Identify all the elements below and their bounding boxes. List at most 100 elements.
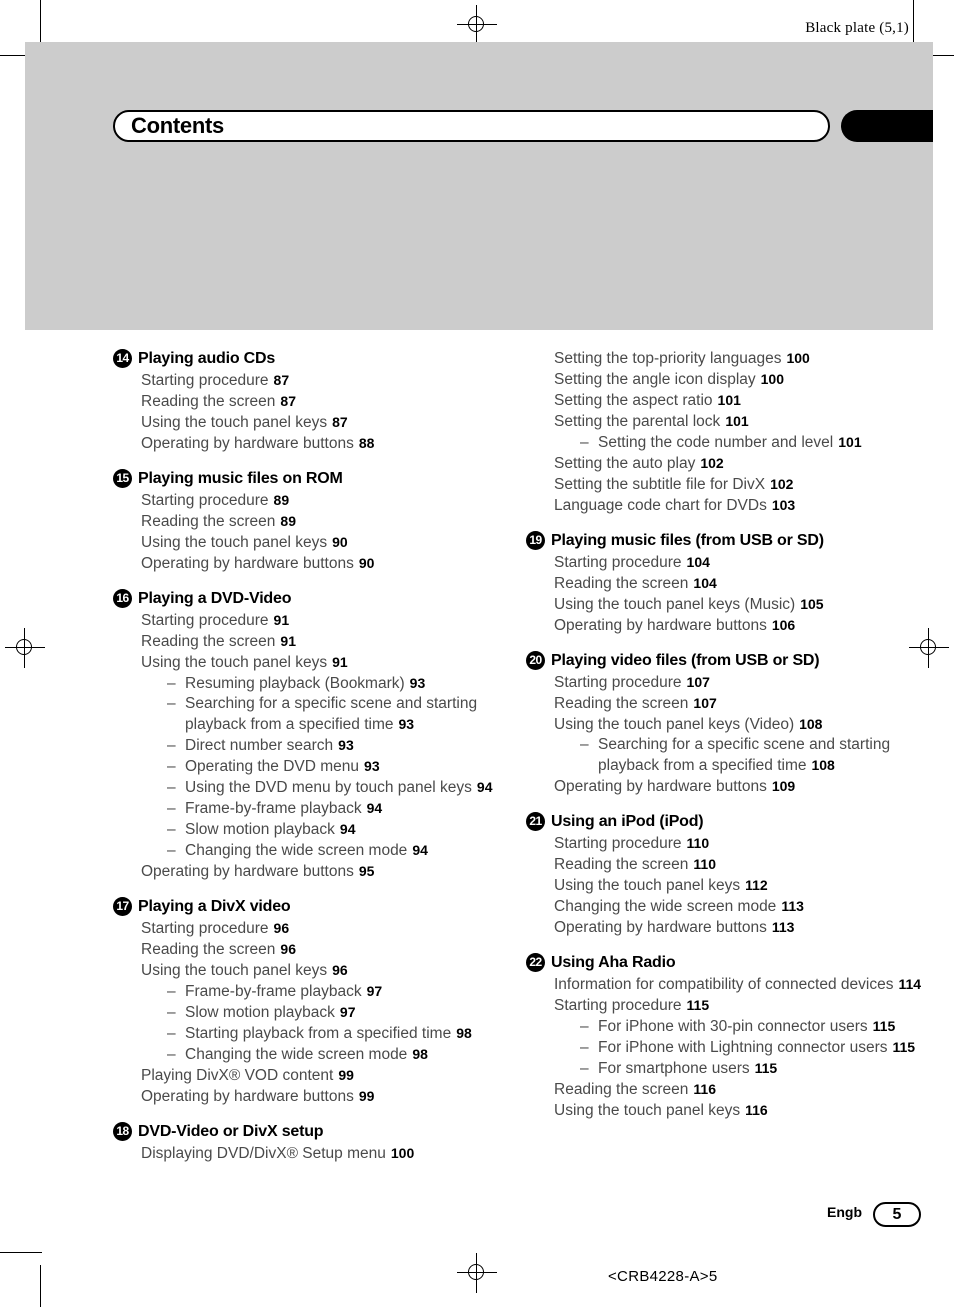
- toc-entry[interactable]: Reading the screen 89: [141, 511, 513, 532]
- toc-entry-page: 88: [358, 435, 375, 451]
- bullet-dash-icon: –: [167, 1046, 176, 1063]
- toc-entry[interactable]: – For smartphone users 115: [580, 1058, 946, 1079]
- toc-entry-page: 87: [332, 414, 348, 430]
- toc-entry-label: Reading the screen: [141, 633, 276, 650]
- toc-entry[interactable]: – Starting playback from a specified time…: [167, 1023, 513, 1044]
- toc-entry[interactable]: – Changing the wide screen mode 94: [167, 840, 513, 861]
- toc-entry[interactable]: Reading the screen 87: [141, 391, 513, 412]
- toc-entry[interactable]: Starting procedure 107: [554, 672, 946, 693]
- toc-entry-page: 87: [280, 393, 296, 409]
- toc-entry-list: Displaying DVD/DivX® Setup menu 100: [141, 1143, 513, 1164]
- toc-entry[interactable]: Changing the wide screen mode 113: [554, 896, 946, 917]
- toc-entry[interactable]: Playing DivX® VOD content 99: [141, 1065, 513, 1086]
- toc-entry-list: Starting procedure 110 Reading the screen 1…: [554, 833, 946, 938]
- toc-entry[interactable]: Operating by hardware buttons 113: [554, 917, 946, 938]
- toc-entry-label: Operating by hardware buttons: [141, 555, 354, 572]
- toc-entry[interactable]: Starting procedure 110: [554, 833, 946, 854]
- section-title: Using Aha Radio: [551, 954, 676, 971]
- toc-entry[interactable]: Operating by hardware buttons 88: [141, 433, 513, 454]
- toc-entry-label: Setting the code number and level: [598, 434, 834, 451]
- toc-entry[interactable]: – Searching for a specific scene and star…: [167, 694, 513, 735]
- toc-entry[interactable]: Setting the aspect ratio 101: [554, 390, 946, 411]
- toc-entry[interactable]: – Searching for a specific scene and star…: [580, 735, 946, 776]
- toc-entry[interactable]: – Setting the code number and level 101: [580, 432, 946, 453]
- toc-section: 19 Playing music files (from USB or SD) St…: [526, 530, 946, 636]
- toc-entry[interactable]: Starting procedure 91: [141, 610, 513, 631]
- toc-entry[interactable]: Setting the subtitle file for DivX 102: [554, 474, 946, 495]
- toc-entry-page: 93: [364, 758, 380, 774]
- toc-entry[interactable]: Operating by hardware buttons 90: [141, 553, 513, 574]
- header-gray-band: [25, 42, 933, 330]
- toc-entry-page: 107: [686, 674, 710, 690]
- toc-entry[interactable]: Reading the screen 110: [554, 854, 946, 875]
- toc-entry[interactable]: Starting procedure 96: [141, 918, 513, 939]
- toc-section-heading: 22 Using Aha Radio: [526, 952, 946, 973]
- section-number-badge: 19: [526, 531, 545, 550]
- toc-entry[interactable]: Reading the screen 91: [141, 631, 513, 652]
- section-number-badge: 18: [113, 1122, 132, 1141]
- toc-entry-page: 104: [686, 554, 710, 570]
- toc-entry[interactable]: Reading the screen 107: [554, 693, 946, 714]
- toc-entry[interactable]: Operating by hardware buttons 106: [554, 615, 946, 636]
- toc-entry[interactable]: Operating by hardware buttons 109: [554, 776, 946, 797]
- toc-entry[interactable]: Using the touch panel keys (Music) 105: [554, 594, 946, 615]
- toc-entry[interactable]: – Slow motion playback 97: [167, 1002, 513, 1023]
- toc-entry[interactable]: – Slow motion playback 94: [167, 819, 513, 840]
- toc-entry[interactable]: Information for compatibility of connect…: [554, 974, 946, 995]
- toc-entry[interactable]: – Frame-by-frame playback 97: [167, 981, 513, 1002]
- toc-entry[interactable]: Using the touch panel keys 116: [554, 1100, 946, 1121]
- toc-entry[interactable]: Using the touch panel keys 91: [141, 652, 513, 673]
- toc-entry[interactable]: Setting the parental lock 101: [554, 411, 946, 432]
- toc-entry-list: Starting procedure 104 Reading the screen 1…: [554, 552, 946, 636]
- bullet-dash-icon: –: [167, 1004, 176, 1021]
- toc-entry[interactable]: Starting procedure 89: [141, 490, 513, 511]
- toc-entry[interactable]: Using the touch panel keys (Video) 108: [554, 714, 946, 735]
- toc-entry[interactable]: Language code chart for DVDs 103: [554, 495, 946, 516]
- toc-entry[interactable]: Operating by hardware buttons 99: [141, 1086, 513, 1107]
- toc-entry[interactable]: – For iPhone with Lightning connector use…: [580, 1037, 946, 1058]
- bullet-dash-icon: –: [167, 779, 176, 796]
- section-title: Playing video files (from USB or SD): [551, 652, 820, 669]
- toc-entry[interactable]: Starting procedure 115: [554, 995, 946, 1016]
- toc-entry-label: Using the touch panel keys: [141, 534, 328, 551]
- toc-entry[interactable]: – Frame-by-frame playback 94: [167, 798, 513, 819]
- toc-entry[interactable]: – For iPhone with 30-pin connector users 1…: [580, 1016, 946, 1037]
- crop-mark-bottom-left-horizontal: [0, 1252, 42, 1253]
- toc-entry-page: 87: [273, 372, 290, 388]
- section-title: Playing audio CDs: [138, 350, 276, 367]
- toc-entry[interactable]: Setting the top-priority languages 100: [554, 348, 946, 369]
- toc-section: 15 Playing music files on ROM Starting pro…: [113, 468, 513, 574]
- toc-entry-label: Reading the screen: [554, 575, 689, 592]
- toc-entry[interactable]: Operating by hardware buttons 95: [141, 861, 513, 882]
- section-title: Using an iPod (iPod): [551, 813, 704, 830]
- toc-entry[interactable]: Reading the screen 116: [554, 1079, 946, 1100]
- toc-entry-label: Operating by hardware buttons: [141, 863, 354, 880]
- toc-entry-list: Starting procedure 107 Reading the screen 1…: [554, 672, 946, 797]
- toc-section-heading: 16 Playing a DVD-Video: [113, 588, 513, 609]
- toc-entry-page: 102: [770, 476, 794, 492]
- toc-entry[interactable]: Setting the auto play 102: [554, 453, 946, 474]
- toc-entry[interactable]: – Direct number search 93: [167, 735, 513, 756]
- toc-entry[interactable]: Starting procedure 104: [554, 552, 946, 573]
- toc-entry-label: Reading the screen: [141, 393, 276, 410]
- toc-entry[interactable]: Using the touch panel keys 90: [141, 532, 513, 553]
- toc-entry[interactable]: – Operating the DVD menu 93: [167, 756, 513, 777]
- toc-entry[interactable]: Using the touch panel keys 112: [554, 875, 946, 896]
- toc-entry[interactable]: – Changing the wide screen mode 98: [167, 1044, 513, 1065]
- toc-entry-label: Setting the angle icon display: [554, 371, 756, 388]
- toc-entry[interactable]: Reading the screen 104: [554, 573, 946, 594]
- toc-entry[interactable]: – Resuming playback (Bookmark) 93: [167, 673, 513, 694]
- toc-entry-label: Information for compatibility of connect…: [554, 976, 894, 993]
- toc-entry[interactable]: Setting the angle icon display 100: [554, 369, 946, 390]
- toc-entry[interactable]: Using the touch panel keys 87: [141, 412, 513, 433]
- toc-entry[interactable]: – Using the DVD menu by touch panel keys 9…: [167, 777, 513, 798]
- toc-entry[interactable]: Reading the screen 96: [141, 939, 513, 960]
- toc-entry-label: Starting procedure: [554, 554, 682, 571]
- toc-entry[interactable]: Displaying DVD/DivX® Setup menu 100: [141, 1143, 513, 1164]
- toc-entry[interactable]: Starting procedure 87: [141, 370, 513, 391]
- toc-entry-label: Changing the wide screen mode: [554, 898, 777, 915]
- toc-entry-page: 108: [799, 716, 823, 732]
- toc-entry[interactable]: Using the touch panel keys 96: [141, 960, 513, 981]
- registration-mark-top: [457, 5, 497, 45]
- toc-entry-page: 97: [339, 1004, 356, 1020]
